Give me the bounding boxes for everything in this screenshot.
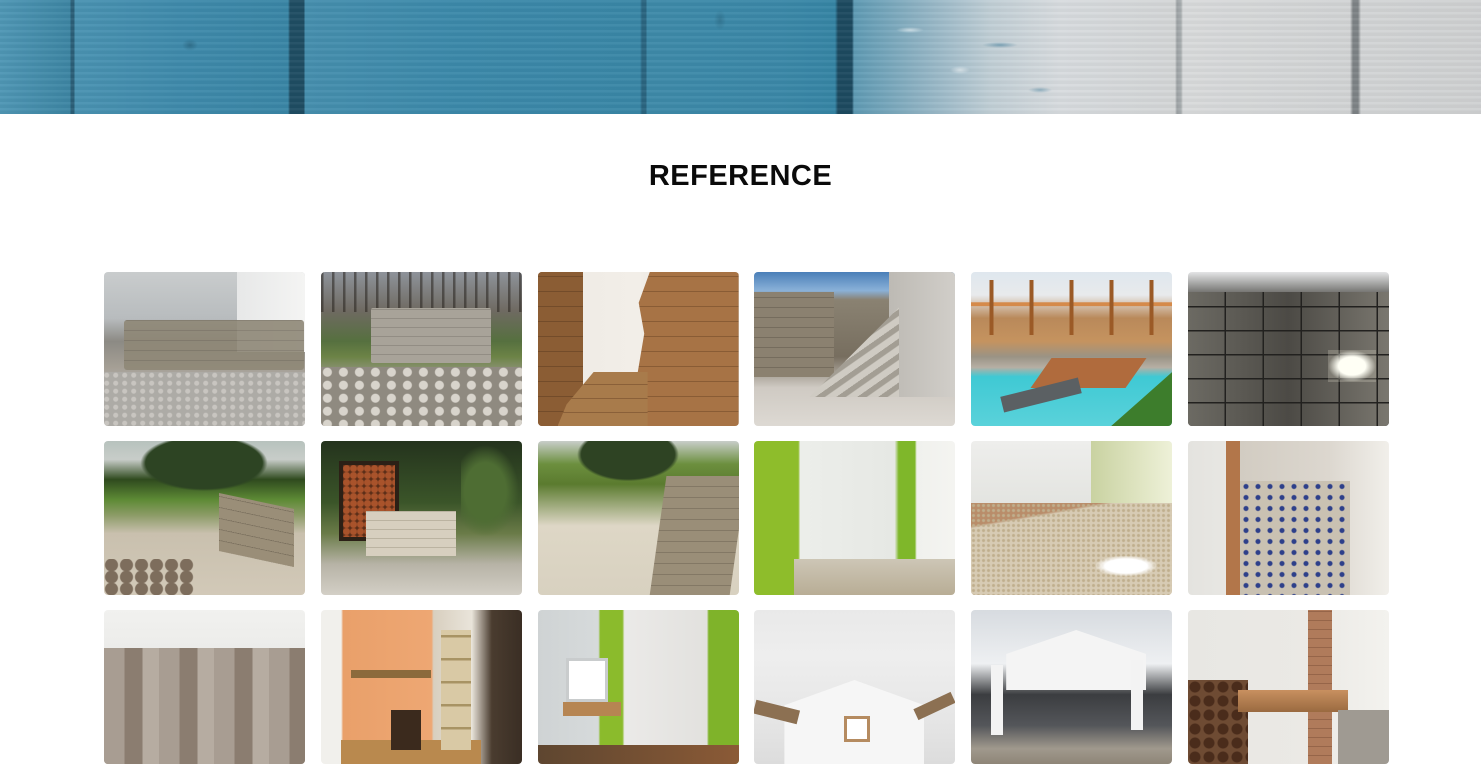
gallery-photo-15[interactable]	[537, 610, 739, 764]
gallery-photo-2[interactable]	[320, 272, 522, 426]
gallery-photo-11[interactable]	[971, 441, 1173, 595]
reference-gallery	[104, 272, 1389, 764]
gallery-photo-16[interactable]	[754, 610, 956, 764]
gallery-photo-10[interactable]	[754, 441, 956, 595]
hero-banner	[0, 0, 1481, 114]
gallery-photo-12[interactable]	[1187, 441, 1389, 595]
gallery-photo-3[interactable]	[537, 272, 739, 426]
section-title: REFERENCE	[648, 160, 833, 192]
gallery-photo-14[interactable]	[320, 610, 522, 764]
gallery-photo-4[interactable]	[754, 272, 956, 426]
gallery-photo-6[interactable]	[1187, 272, 1389, 426]
gallery-photo-8[interactable]	[320, 441, 522, 595]
gallery-photo-13[interactable]	[104, 610, 305, 764]
gallery-photo-1[interactable]	[104, 272, 305, 426]
gallery-photo-5[interactable]	[971, 272, 1173, 426]
gallery-photo-17[interactable]	[971, 610, 1173, 764]
gallery-photo-7[interactable]	[104, 441, 305, 595]
gallery-photo-9[interactable]	[537, 441, 739, 595]
gallery-photo-18[interactable]	[1187, 610, 1389, 764]
